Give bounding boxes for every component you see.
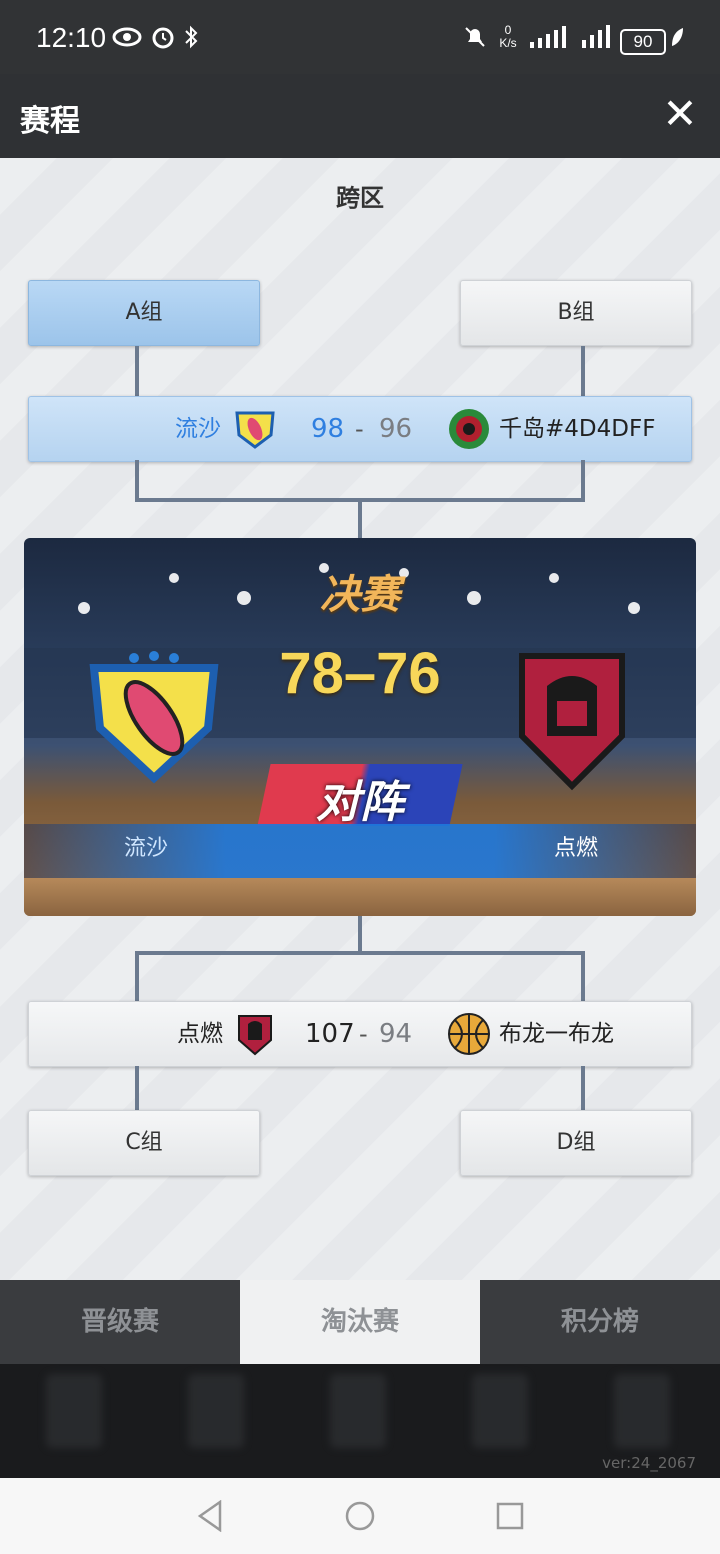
page-title: 赛程	[20, 104, 80, 139]
recents-icon[interactable]	[496, 1502, 524, 1530]
blurred-item	[330, 1374, 386, 1448]
blurred-item	[46, 1374, 102, 1448]
group-a-button[interactable]: A组	[28, 280, 260, 346]
final-team-right: 点燃	[554, 836, 599, 861]
score-left: 107	[305, 1019, 355, 1049]
semifinal-top-row[interactable]: 流沙 98 - 96 千岛#4D4DFF	[28, 396, 692, 462]
team-name-left: 点燃	[177, 1021, 223, 1047]
bracket-line	[581, 460, 585, 500]
bracket-line	[135, 346, 139, 396]
team-name-right: 布龙一布龙	[499, 1021, 614, 1047]
battery-indicator: 90	[620, 29, 666, 55]
alarm-icon	[152, 27, 174, 49]
bracket-line	[581, 1066, 585, 1110]
bracket-line	[581, 346, 585, 396]
tab-promotion[interactable]: 晋级赛	[0, 1280, 240, 1364]
team-name-left: 流沙	[175, 416, 221, 442]
blurred-item	[472, 1374, 528, 1448]
final-card[interactable]: 决赛 78–76 对阵 流沙 点燃	[24, 538, 696, 916]
group-b-button[interactable]: B组	[460, 280, 692, 346]
basketball-team-logo-icon	[448, 1013, 490, 1055]
app-header: 赛程 ✕	[0, 74, 720, 158]
final-team-left: 流沙	[124, 836, 169, 861]
group-c-button[interactable]: C组	[28, 1110, 260, 1176]
bluetooth-icon	[185, 25, 198, 49]
eye-icon	[112, 27, 142, 47]
version-label: ver:24_2067	[602, 1454, 696, 1472]
bracket-line	[135, 460, 139, 500]
team-name-right: 千岛#4D4DFF	[499, 416, 656, 442]
leaf-icon	[672, 28, 683, 46]
network-speed: 0 K/s	[496, 24, 520, 50]
signal-icon-2	[582, 25, 610, 48]
score-left: 98	[311, 414, 345, 444]
status-bar: 12:10 0 K/s 90	[0, 0, 720, 74]
mute-bell-icon	[465, 27, 485, 47]
section-title: 跨区	[336, 184, 384, 212]
bottom-tabs: 晋级赛 淘汰赛 积分榜	[0, 1280, 720, 1364]
net-speed-unit: K/s	[499, 36, 517, 50]
lion-team-logo-icon	[449, 409, 489, 449]
bracket-line	[358, 498, 362, 538]
knight-team-logo-icon	[238, 1015, 272, 1056]
score-separator: -	[359, 1020, 368, 1048]
court-floor	[24, 878, 696, 916]
group-d-button[interactable]: D组	[460, 1110, 692, 1176]
close-icon[interactable]: ✕	[660, 92, 700, 136]
semifinal-bottom-row[interactable]: 点燃 107 - 94 布龙一布龙	[28, 1001, 692, 1067]
bracket-line	[135, 951, 585, 955]
status-time: 12:10	[36, 22, 107, 53]
system-nav-bar	[0, 1478, 720, 1554]
bracket-line	[135, 1066, 139, 1110]
vs-label: 对阵	[316, 777, 404, 828]
final-title: 决赛	[320, 572, 400, 618]
tab-knockout[interactable]: 淘汰赛	[240, 1280, 480, 1364]
rocket-team-logo-icon	[235, 411, 275, 449]
home-icon[interactable]	[344, 1500, 376, 1532]
blurred-item	[188, 1374, 244, 1448]
bracket-line	[581, 951, 585, 1001]
score-separator: -	[355, 415, 364, 443]
back-icon[interactable]	[196, 1500, 224, 1532]
score-right: 96	[379, 414, 413, 444]
bracket-line	[358, 916, 362, 952]
signal-icon	[530, 26, 566, 48]
blurred-item	[614, 1374, 670, 1448]
score-right: 94	[379, 1019, 413, 1049]
bracket-line	[135, 951, 139, 1001]
tab-standings[interactable]: 积分榜	[480, 1280, 720, 1364]
